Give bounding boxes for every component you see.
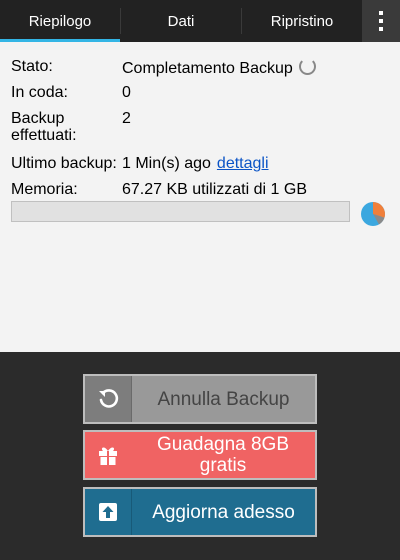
status-label: Stato: <box>11 58 53 75</box>
tab-riepilogo[interactable]: Riepilogo <box>0 0 120 42</box>
memory-usage-bar <box>11 201 350 222</box>
loading-spinner-icon <box>298 58 316 75</box>
cancel-backup-label: Annulla Backup <box>157 388 290 410</box>
tab-dati[interactable]: Dati <box>121 0 241 42</box>
tab-label: Dati <box>167 12 195 30</box>
memory-label: Memoria: <box>11 181 78 198</box>
last-backup-value: 1 Min(s) ago <box>122 155 211 172</box>
action-panel: Annulla Backup Guadagna 8GB gratis Aggio… <box>0 352 400 560</box>
upgrade-now-button[interactable]: Aggiorna adesso <box>83 487 317 537</box>
backups-done-label: Backup effettuati: <box>11 110 77 144</box>
summary-panel: Stato: Completamento Backup In coda: 0 B… <box>0 42 400 352</box>
gift-icon <box>85 432 131 478</box>
tab-label: Riepilogo <box>28 12 92 30</box>
queue-value: 0 <box>122 84 131 101</box>
cancel-backup-button[interactable]: Annulla Backup <box>83 374 317 424</box>
status-value: Completamento Backup <box>122 60 293 77</box>
last-backup-row: 1 Min(s) ago dettagli <box>122 155 269 172</box>
tab-label: Ripristino <box>270 12 334 30</box>
top-tab-bar: Riepilogo Dati Ripristino <box>0 0 400 42</box>
queue-label: In coda: <box>11 84 68 101</box>
status-value-row: Completamento Backup <box>122 58 316 77</box>
upload-icon <box>85 489 132 535</box>
details-link[interactable]: dettagli <box>217 155 269 172</box>
tab-ripristino[interactable]: Ripristino <box>242 0 362 42</box>
backups-done-value: 2 <box>122 110 131 127</box>
undo-icon <box>85 376 132 422</box>
earn-free-storage-button[interactable]: Guadagna 8GB gratis <box>83 430 317 480</box>
memory-value: 67.27 KB utilizzati di 1 GB <box>122 181 307 198</box>
earn-free-storage-label: Guadagna 8GB gratis <box>156 434 290 476</box>
storage-pie-chart-icon[interactable] <box>360 201 386 227</box>
last-backup-label: Ultimo backup: <box>11 155 117 172</box>
upgrade-now-label: Aggiorna adesso <box>152 501 295 523</box>
overflow-menu-icon[interactable] <box>362 0 400 42</box>
